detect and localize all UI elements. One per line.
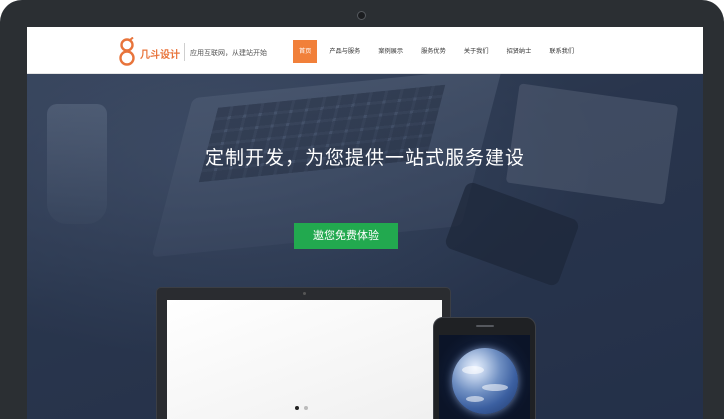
laptop-bezel: 几斗设计 应用互联网，从建站开始 首页 产品与服务 案例展示 服务优势 关于我们… (0, 0, 724, 419)
camera-icon (357, 11, 366, 20)
nav-item-advantages[interactable]: 服务优势 (415, 40, 452, 63)
nav-item-home[interactable]: 首页 (293, 40, 318, 63)
nav-item-careers[interactable]: 招贤纳士 (501, 40, 538, 63)
nav-item-cases[interactable]: 案例展示 (372, 40, 409, 63)
nav-item-contact[interactable]: 联系我们 (543, 40, 580, 63)
nav-item-products-services[interactable]: 产品与服务 (323, 40, 366, 63)
phone-speaker (476, 325, 494, 327)
brand-logo-text[interactable]: 几斗设计 (140, 46, 180, 61)
monitor-camera-icon (303, 292, 306, 295)
phone-screen (439, 335, 530, 419)
nav-item-about[interactable]: 关于我们 (458, 40, 495, 63)
brand-slogan: 应用互联网，从建站开始 (190, 49, 267, 57)
phone-mockup (433, 317, 536, 419)
main-nav: 首页 产品与服务 案例展示 服务优势 关于我们 招贤纳士 联系我们 (293, 40, 586, 63)
free-trial-button[interactable]: 遨您免费体验 (294, 223, 398, 249)
monitor-mockup (156, 287, 451, 419)
browser-viewport: 几斗设计 应用互联网，从建站开始 首页 产品与服务 案例展示 服务优势 关于我们… (27, 27, 703, 419)
logo-divider (184, 43, 185, 61)
monitor-screen (167, 300, 442, 419)
hero-title: 定制开发，为您提供一站式服务建设 (204, 147, 525, 169)
carousel-dot-1[interactable] (295, 406, 299, 410)
site-header: 几斗设计 应用互联网，从建站开始 首页 产品与服务 案例展示 服务优势 关于我们… (27, 27, 703, 74)
carousel-indicators (295, 406, 313, 410)
hero-banner: 定制开发，为您提供一站式服务建设 遨您免费体验 (27, 74, 703, 419)
brand-logo-icon[interactable] (119, 37, 135, 67)
earth-image (452, 348, 518, 414)
carousel-dot-2[interactable] (304, 406, 308, 410)
